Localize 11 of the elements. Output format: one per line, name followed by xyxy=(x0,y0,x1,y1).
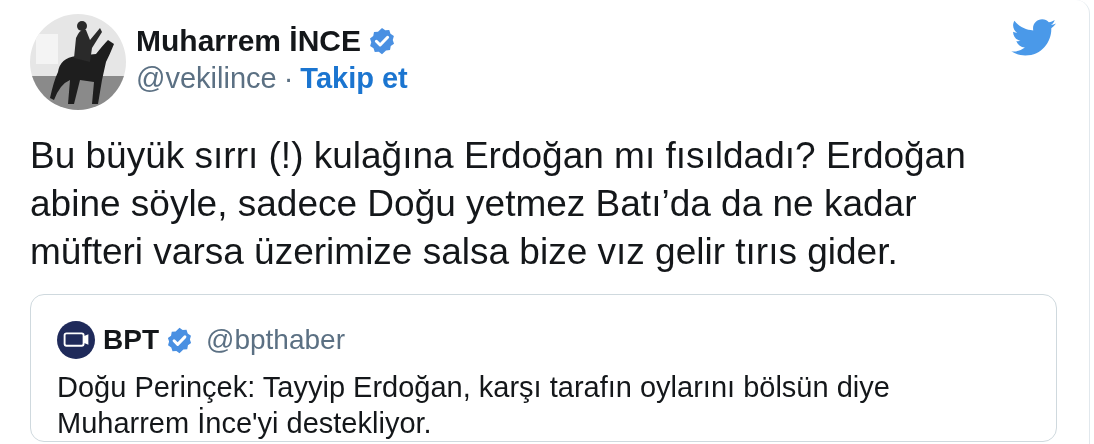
bird-icon[interactable] xyxy=(1011,19,1057,57)
tweet-text: Bu büyük sırrı (!) kulağına Erdoğan mı fısıldadı? Erdoğan abine söyle, sadece Doğu yetmez Batı’da da ne kadar müfteri varsa üzerimize salsa bize vız gelir tırıs gider. xyxy=(30,134,967,274)
follow-link[interactable]: Takip et xyxy=(300,61,408,95)
author-handle: @vekilince xyxy=(136,61,277,95)
separator-dot: · xyxy=(283,61,294,95)
quoted-tweet-card[interactable]: BPT @bpthaber Doğu Perinçek: Tayyip Erdoğan, karşı tarafın oylarını bölsün diye Muharrem İnce'yi destekliyor. xyxy=(30,294,1057,442)
logo-icon xyxy=(57,321,95,359)
quoted-author-handle: @bpthaber xyxy=(206,324,345,356)
quoted-tweet-text: Doğu Perinçek: Tayyip Erdoğan, karşı tarafın oylarını bölsün diye Muharrem İnce'yi destekliyor. xyxy=(57,370,891,441)
author-name: Muharrem İNCE xyxy=(136,23,362,58)
quoted-author-name: BPT xyxy=(103,324,159,356)
